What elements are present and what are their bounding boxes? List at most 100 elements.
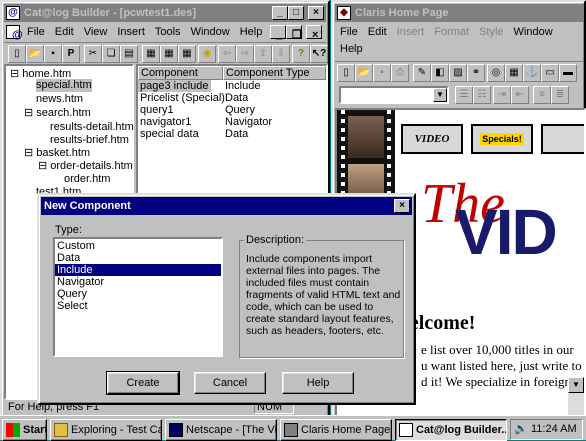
doc-close-button[interactable]: × (306, 25, 322, 41)
volume-icon[interactable]: 🔈 (514, 422, 528, 437)
claris-open-icon[interactable]: 📂 (355, 64, 373, 82)
publish-icon[interactable]: P (62, 45, 80, 63)
claris-menu-file[interactable]: File (335, 23, 363, 41)
claris-globe-icon[interactable]: ◎ (487, 64, 505, 82)
claris-menu-help[interactable]: Help (335, 40, 368, 58)
table-row[interactable]: page3 include Include (138, 80, 326, 92)
claris-table-icon[interactable]: ▦ (505, 64, 523, 82)
table-row[interactable]: special data Data (138, 128, 326, 140)
dialog-titlebar[interactable]: New Component × (41, 197, 412, 215)
table-row[interactable]: Pricelist (Special) Data (138, 92, 326, 104)
type-option-custom[interactable]: Custom (55, 240, 221, 252)
tree-item-order[interactable]: order.htm (64, 173, 110, 186)
dialog-close-button[interactable]: × (394, 199, 410, 213)
database-icon[interactable]: ◉ (198, 45, 216, 63)
tree-item-special[interactable]: special.htm (36, 79, 92, 92)
menu-help[interactable]: Help (235, 23, 268, 41)
tree-item-results-detail[interactable]: results-detail.htm (50, 121, 134, 134)
arrow-up-icon[interactable]: ⇧ (254, 45, 272, 63)
menu-edit[interactable]: Edit (50, 23, 79, 41)
taskbar-item-catalog-builder[interactable]: Cat@log Builder... (395, 419, 507, 441)
tree-item-basket[interactable]: ⊟ basket.htm (24, 147, 90, 160)
type-option-query[interactable]: Query (55, 288, 221, 300)
arrow-left-icon[interactable]: ⇦ (218, 45, 236, 63)
claris-menu-insert[interactable]: Insert (392, 23, 430, 41)
tree-item-search[interactable]: ⊟ search.htm (24, 107, 91, 120)
new-icon[interactable]: ▯ (8, 45, 26, 63)
taskbar-item-exploring[interactable]: Exploring - Test Cat... (50, 419, 162, 441)
claris-preview-icon[interactable]: ◧ (431, 64, 449, 82)
type-list[interactable]: Custom Data Include Navigator Query Sele… (53, 237, 223, 357)
table-row[interactable]: query1 Query (138, 104, 326, 116)
create-button[interactable]: Create (106, 371, 180, 395)
builder-app-icon[interactable]: @ (6, 6, 20, 20)
claris-link-icon[interactable]: ⚭ (467, 64, 485, 82)
help-icon[interactable]: ? (292, 45, 310, 63)
menu-window[interactable]: Window (186, 23, 235, 41)
claris-menu-edit[interactable]: Edit (363, 23, 392, 41)
outdent-icon[interactable]: ⇤ (511, 86, 529, 104)
help-button[interactable]: Help (282, 372, 354, 394)
claris-titlebar[interactable]: ◆ Claris Home Page (335, 4, 584, 22)
claris-form-icon[interactable]: ▭ (541, 64, 559, 82)
menu-view[interactable]: View (79, 23, 113, 41)
doc-minimize-button[interactable]: _ (270, 25, 286, 41)
tool3-icon[interactable]: ▦ (178, 45, 196, 63)
menu-insert[interactable]: Insert (112, 23, 150, 41)
claris-menu-format[interactable]: Format (429, 23, 474, 41)
column-header-type[interactable]: Component Type (223, 66, 326, 80)
arrow-down-icon[interactable]: ⇩ (272, 45, 290, 63)
save-icon[interactable]: ▪ (44, 45, 62, 63)
tool1-icon[interactable]: ▦ (142, 45, 160, 63)
maximize-button[interactable]: □ (288, 6, 304, 20)
specials-nav-button[interactable]: Specials! (471, 124, 533, 154)
tool2-icon[interactable]: ▦ (160, 45, 178, 63)
context-help-icon[interactable]: ↖? (310, 45, 328, 63)
menu-tools[interactable]: Tools (150, 23, 186, 41)
claris-image-icon[interactable]: ▨ (449, 64, 467, 82)
document-menu-icon[interactable]: @ (6, 25, 23, 41)
scroll-down-button[interactable]: ▼ (568, 377, 584, 393)
claris-save-icon[interactable]: ▪ (373, 64, 391, 82)
type-option-include[interactable]: Include (55, 264, 221, 276)
style-dropdown[interactable]: ▼ (339, 86, 449, 104)
column-header-component[interactable]: Component (138, 66, 223, 80)
claris-menu-window[interactable]: Window (509, 23, 558, 41)
tree-item-order-details[interactable]: ⊟ order-details.htm (38, 160, 133, 173)
paste-icon[interactable]: ▤ (120, 45, 138, 63)
close-button[interactable]: × (308, 6, 324, 20)
builder-titlebar[interactable]: @ Cat@log Builder - [pcwtest1.des] _ □ × (4, 4, 326, 22)
doc-restore-button[interactable]: ❐ (286, 25, 302, 41)
arrow-right-icon[interactable]: ⇨ (236, 45, 254, 63)
taskbar-item-netscape[interactable]: Netscape - [The Vi... (165, 419, 277, 441)
align-icon[interactable]: ≡ (533, 86, 551, 104)
video-nav-button[interactable]: VIDEO (401, 124, 463, 154)
menu-file[interactable]: File (22, 23, 50, 41)
claris-scrollbar[interactable]: ▼ (568, 377, 584, 415)
list-bullet-icon[interactable]: ☰ (455, 86, 473, 104)
claris-print-icon[interactable]: ⎙ (391, 64, 409, 82)
type-option-navigator[interactable]: Navigator (55, 276, 221, 288)
tree-item-results-brief[interactable]: results-brief.htm (50, 134, 129, 147)
table-row[interactable]: navigator1 Navigator (138, 116, 326, 128)
cancel-button[interactable]: Cancel (194, 372, 266, 394)
open-icon[interactable]: 📂 (26, 45, 44, 63)
indent-icon[interactable]: ⇥ (493, 86, 511, 104)
type-option-data[interactable]: Data (55, 252, 221, 264)
claris-app-icon[interactable]: ◆ (337, 6, 351, 20)
list-number-icon[interactable]: ☷ (473, 86, 491, 104)
claris-edit-icon[interactable]: ✎ (413, 64, 431, 82)
tree-item-news[interactable]: news.htm (36, 93, 83, 106)
claris-line-icon[interactable]: ▬ (559, 64, 577, 82)
claris-anchor-icon[interactable]: ⚓ (523, 64, 541, 82)
type-option-select[interactable]: Select (55, 300, 221, 312)
start-button[interactable]: Start (2, 419, 47, 441)
claris-menu-style[interactable]: Style (474, 23, 508, 41)
claris-new-icon[interactable]: ▯ (337, 64, 355, 82)
cut-icon[interactable]: ✂ (84, 45, 102, 63)
minimize-button[interactable]: _ (272, 6, 288, 20)
taskbar-item-claris[interactable]: Claris Home Page (280, 419, 392, 441)
nav-button-3[interactable] (541, 124, 584, 154)
align-right-icon[interactable]: ≣ (551, 86, 569, 104)
copy-icon[interactable]: ❏ (102, 45, 120, 63)
